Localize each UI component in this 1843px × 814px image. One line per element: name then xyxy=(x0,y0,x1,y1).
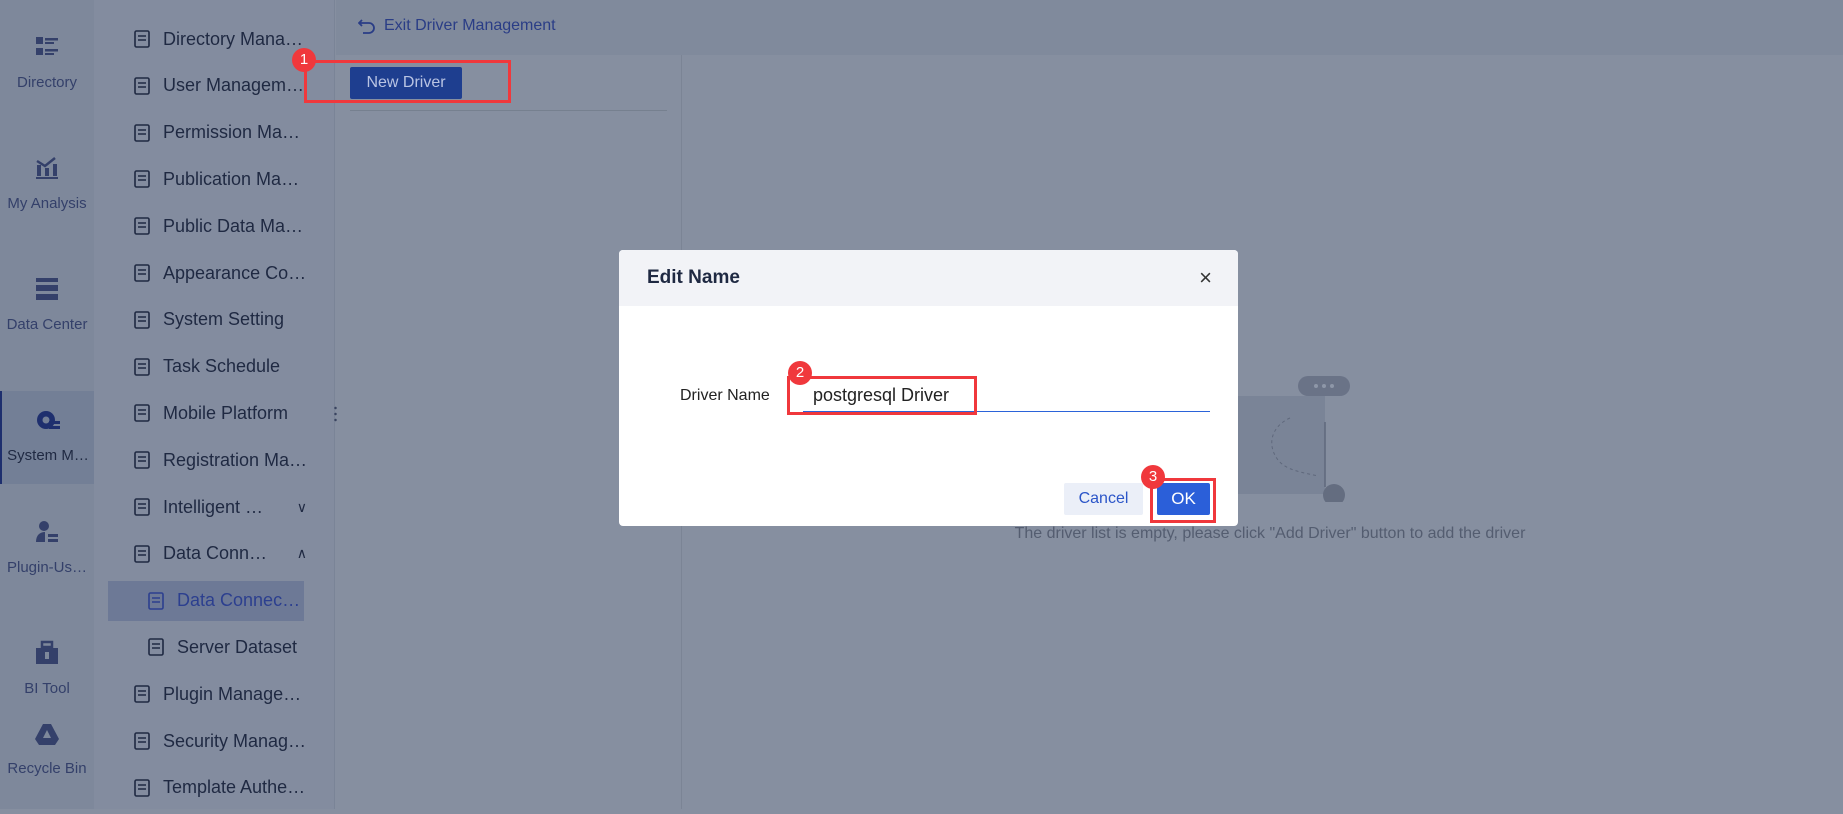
sidebar-item[interactable]: Security Manag… xyxy=(94,721,335,761)
annotation-badge-1: 1 xyxy=(292,48,316,72)
data-center-icon xyxy=(36,278,58,300)
menu-item-icon xyxy=(134,217,150,235)
menu-item-icon xyxy=(134,123,150,142)
sidebar-resize-handle[interactable] xyxy=(334,405,337,423)
empty-state-message: The driver list is empty, please click "… xyxy=(1014,525,1526,542)
sidebar-item-label: Task Schedule xyxy=(163,356,281,377)
sidebar-item[interactable]: Data Connec… xyxy=(108,580,304,621)
rail-label: Data Center xyxy=(6,316,88,333)
rail-label: Recycle Bin xyxy=(7,760,87,777)
sidebar-item[interactable]: Task Schedule xyxy=(94,347,335,387)
menu-item-icon xyxy=(134,404,150,423)
rail-item-directory[interactable]: Directory xyxy=(0,34,94,126)
back-arrow-icon xyxy=(358,19,375,34)
sidebar-item[interactable]: Data Conn… ∧ xyxy=(94,534,335,574)
sidebar-item-label: Registration Ma… xyxy=(163,449,308,470)
rail-label: Directory xyxy=(16,74,77,91)
annotation-badge-3: 3 xyxy=(1141,465,1165,489)
rail-label: BI Tool xyxy=(24,680,70,697)
plugin-user-icon xyxy=(36,521,58,542)
driver-name-label: Driver Name xyxy=(680,387,770,404)
exit-label: Exit Driver Management xyxy=(384,17,556,34)
sidebar-item[interactable]: Intelligent … ∨ xyxy=(94,487,335,527)
sidebar-item[interactable]: Plugin Manage… xyxy=(94,674,335,714)
menu-item-icon xyxy=(134,544,150,563)
sidebar-item-label: Publication Ma… xyxy=(163,168,300,189)
rail-item-plugin-user[interactable]: Plugin-Us… xyxy=(0,519,94,611)
annotation-box-2 xyxy=(787,376,977,415)
cancel-button[interactable]: Cancel xyxy=(1064,483,1143,515)
sidebar-item-label: Permission Ma… xyxy=(163,122,301,143)
menu-item-icon xyxy=(134,498,150,516)
sidebar-item[interactable]: System Setting xyxy=(94,300,335,340)
sidebar-item[interactable]: Public Data Ma… xyxy=(94,206,335,246)
sidebar-item-label: Template Authe… xyxy=(163,777,306,798)
top-bar xyxy=(336,0,1843,55)
sidebar-item[interactable]: Appearance Co… xyxy=(94,253,335,293)
sidebar-item-label: Public Data Ma… xyxy=(163,215,304,236)
menu-item-icon xyxy=(134,451,150,469)
rail-label: Plugin-Us… xyxy=(6,559,88,576)
menu-item-icon xyxy=(134,170,150,189)
close-icon[interactable]: × xyxy=(1199,267,1212,289)
rail-item-my-analysis[interactable]: My Analysis xyxy=(0,155,94,247)
sidebar-item[interactable]: User Managem… xyxy=(94,66,335,106)
annotation-box-1 xyxy=(304,60,511,103)
menu-item-icon xyxy=(148,638,164,657)
rail-item-bi-tool[interactable]: BI Tool xyxy=(0,640,94,732)
rail-label: System M… xyxy=(7,447,89,464)
empty-state-illustration xyxy=(1230,376,1350,502)
list-divider xyxy=(350,110,667,111)
menu-item-icon xyxy=(134,310,150,329)
menu-item-icon xyxy=(134,778,150,797)
analysis-icon xyxy=(36,157,58,179)
system-gear-icon xyxy=(37,411,60,429)
sidebar-item[interactable]: Template Authe… xyxy=(94,768,335,808)
toolbox-icon xyxy=(36,640,58,664)
menu-item-icon xyxy=(134,732,150,750)
sidebar-item-label: Plugin Manage… xyxy=(163,683,302,704)
sidebar-item-label: Data Connec… xyxy=(177,590,301,611)
exit-driver-management-link[interactable]: Exit Driver Management xyxy=(358,17,556,35)
app-nav-rail: Directory My Analysis Data Center System… xyxy=(0,0,94,809)
rail-item-data-center[interactable]: Data Center xyxy=(0,276,94,368)
rail-item-recycle-bin[interactable]: Recycle Bin xyxy=(0,722,94,814)
sidebar-item-label: Security Manag… xyxy=(163,730,307,751)
menu-item-icon xyxy=(134,76,150,95)
sidebar-item-label: Intelligent … xyxy=(163,496,264,517)
chevron-icon[interactable]: ∨ xyxy=(297,499,307,516)
directory-icon xyxy=(36,37,58,55)
menu-item-icon xyxy=(134,685,150,703)
sidebar-item-label: Server Dataset xyxy=(177,636,298,657)
sidebar-item[interactable]: Server Dataset xyxy=(94,627,335,667)
sidebar-item[interactable]: Permission Ma… xyxy=(94,113,335,153)
sidebar-item[interactable]: Mobile Platform xyxy=(94,393,335,433)
menu-item-icon xyxy=(134,264,150,282)
dialog-title: Edit Name xyxy=(619,250,1238,306)
menu-item-icon xyxy=(134,30,150,48)
menu-item-icon xyxy=(148,591,164,610)
annotation-badge-2: 2 xyxy=(788,361,812,385)
rail-item-system-management[interactable]: System M… xyxy=(0,391,94,484)
sidebar-item-label: Appearance Co… xyxy=(163,262,307,283)
sidebar-item-label: System Setting xyxy=(163,309,285,330)
sidebar-item[interactable]: Publication Ma… xyxy=(94,159,335,199)
sidebar-item-label: Data Conn… xyxy=(163,543,268,564)
menu-item-icon xyxy=(134,357,150,376)
sidebar-item[interactable]: Registration Ma… xyxy=(94,440,335,480)
sidebar-item-label: User Managem… xyxy=(163,75,305,96)
chevron-icon[interactable]: ∧ xyxy=(297,545,307,562)
recycle-bin-icon xyxy=(35,724,59,745)
sidebar-item-label: Directory Mana… xyxy=(163,28,304,49)
sidebar-item-label: Mobile Platform xyxy=(163,402,289,423)
rail-label: My Analysis xyxy=(7,195,87,212)
